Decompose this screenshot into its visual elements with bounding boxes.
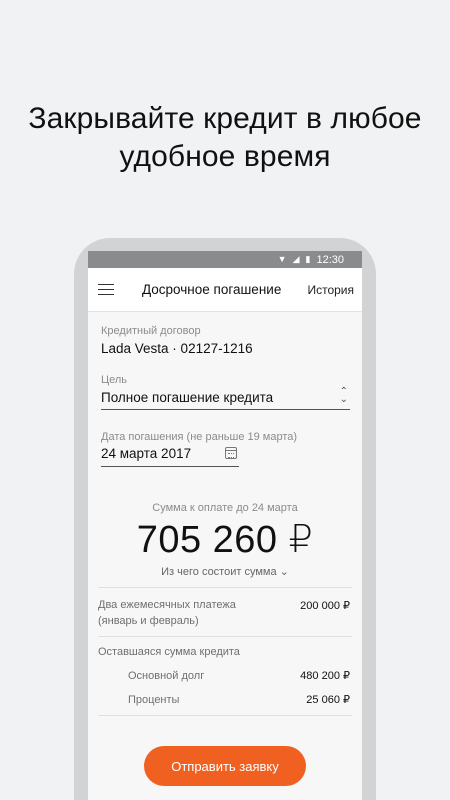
principal-amount: 480 200 ₽: [300, 670, 350, 682]
divider: [98, 587, 352, 588]
goal-select-value: Полное погашение кредита: [101, 390, 274, 405]
date-field[interactable]: 24 марта 2017: [101, 444, 239, 467]
chevron-updown-icon: ⌃ ⌄: [339, 386, 348, 405]
goal-label: Цель: [101, 374, 128, 386]
payments-label: Два ежемесячных платежа (январь и феврал…: [98, 597, 236, 629]
divider: [98, 636, 352, 637]
breakdown-link[interactable]: Из чего состоит сумма ⌄: [88, 565, 362, 578]
contract-label: Кредитный договор: [101, 325, 201, 337]
interest-label: Проценты: [128, 694, 180, 706]
promo-headline-line2: удобное время: [119, 140, 331, 173]
divider: [98, 715, 352, 716]
submit-button[interactable]: Отправить заявку: [144, 746, 306, 786]
sum-amount: 705 260 ₽: [136, 519, 314, 561]
promo-headline-line1: Закрывайте кредит в любое: [28, 102, 422, 135]
history-link[interactable]: История: [307, 283, 354, 297]
remaining-label: Оставшаяся сумма кредита: [98, 646, 240, 658]
phone-screen: ▼ ◢ ▮ 12:30 Досрочное погашение История …: [88, 251, 362, 800]
date-label: Дата погашения (не раньше 19 марта): [101, 431, 298, 443]
contract-value: Lada Vesta · 02127-1216: [101, 341, 253, 356]
status-bar: ▼ ◢ ▮ 12:30: [88, 251, 362, 268]
wifi-icon: ▼: [277, 254, 287, 264]
app-bar: Досрочное погашение История: [88, 268, 362, 312]
hamburger-menu-icon[interactable]: [98, 283, 114, 296]
sum-caption: Сумма к оплате до 24 марта: [152, 502, 298, 514]
payments-label-line1: Два ежемесячных платежа: [98, 599, 236, 611]
promo-headline: Закрывайте кредит в любое удобное время: [0, 100, 450, 176]
page-title: Досрочное погашение: [142, 282, 282, 297]
calendar-icon[interactable]: [225, 447, 237, 459]
interest-amount: 25 060 ₽: [306, 694, 350, 706]
signal-icon: ◢: [292, 254, 300, 264]
date-field-value: 24 марта 2017: [101, 446, 192, 461]
status-time: 12:30: [316, 253, 344, 266]
payments-label-line2: (январь и февраль): [98, 615, 199, 627]
payments-amount: 200 000 ₽: [300, 600, 350, 612]
principal-label: Основной долг: [128, 670, 205, 682]
goal-select[interactable]: Полное погашение кредита ⌃ ⌄: [101, 386, 350, 410]
battery-icon: ▮: [305, 254, 311, 264]
